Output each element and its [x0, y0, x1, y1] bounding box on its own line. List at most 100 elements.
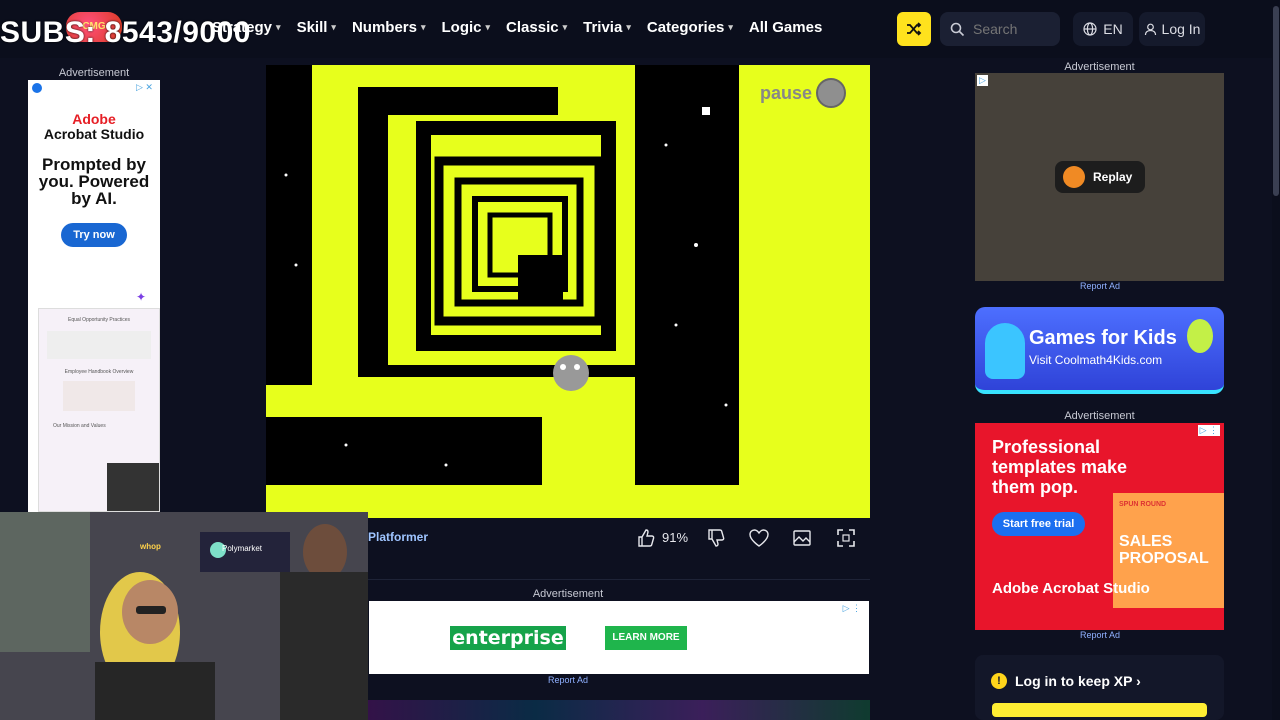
nav-label: Skill [296, 19, 328, 36]
user-icon [1144, 23, 1156, 35]
ad-brand-line1: Adobe [72, 111, 116, 127]
login-label: Log In [1161, 21, 1201, 37]
doc-subtitle: Employee Handbook Overview [64, 369, 134, 375]
chevron-down-icon: ▾ [485, 22, 491, 32]
language-label: EN [1103, 21, 1123, 37]
screenshot-button[interactable] [792, 528, 812, 552]
report-ad-link[interactable]: Report Ad [1080, 281, 1120, 291]
ad-document-preview: Equal Opportunity Practices Employee Han… [38, 308, 160, 512]
ad-brand-line2: Acrobat Studio [43, 126, 145, 142]
coolmath4kids-banner[interactable]: Games for Kids Visit Coolmath4Kids.com [975, 307, 1224, 394]
xp-prompt-text: Log in to keep XP › [1015, 673, 1141, 689]
globe-icon [1083, 22, 1097, 36]
middle-advertisement[interactable]: enterprise LEARN MORE ▷ ⋮ [369, 601, 869, 674]
nav-label: Logic [441, 19, 482, 36]
doc-title: Equal Opportunity Practices [68, 317, 130, 323]
thumbs-down-icon [708, 529, 725, 547]
nav-label: Strategy [212, 19, 273, 36]
game-toolbar: Platformer 91% [368, 520, 870, 580]
search-box[interactable] [940, 12, 1060, 46]
webcam-scene [0, 512, 368, 720]
report-ad-link[interactable]: Report Ad [548, 675, 588, 685]
ad-label: Advertisement [58, 67, 130, 79]
nav-skill[interactable]: Skill ▾ [297, 19, 336, 36]
left-advertisement[interactable]: ▷ ✕ Adobe Acrobat Studio Prompted by you… [28, 80, 160, 512]
pause-circle-icon [816, 78, 847, 108]
xp-prompt-label: Log in to keep XP [1015, 673, 1133, 689]
random-game-button[interactable] [897, 12, 931, 46]
chevron-down-icon: ▾ [276, 22, 281, 32]
nav-label: Categories [646, 19, 725, 36]
image-icon [793, 530, 811, 546]
replay-button[interactable]: Replay [1055, 161, 1145, 193]
whop-sign: whop [140, 542, 161, 551]
adchoices-icon[interactable]: ▷ ✕ [136, 82, 153, 93]
chevron-right-icon: › [1136, 673, 1141, 689]
octopus-mascot-icon [985, 323, 1025, 379]
ad-label: Advertisement [1064, 61, 1135, 73]
alien-mascot-icon [1187, 319, 1213, 353]
xp-progress-bar [992, 703, 1207, 717]
card-kicker: SPUN ROUND [1119, 501, 1167, 508]
xp-login-prompt[interactable]: ! Log in to keep XP › [975, 655, 1224, 720]
game-thumbnail-row[interactable] [368, 700, 870, 720]
replay-label: Replay [1093, 170, 1133, 184]
thumbs-up-icon [638, 529, 655, 547]
doc-subtitle-2: Our Mission and Values [53, 423, 106, 429]
replay-icon [1063, 166, 1085, 188]
chevron-down-icon: ▾ [331, 22, 336, 32]
ad-try-now-button[interactable]: Try now [61, 223, 127, 247]
nav-strategy[interactable]: Strategy ▾ [212, 19, 281, 36]
ad-headline: Prompted by you. Powered by AI. [38, 155, 150, 208]
nav-trivia[interactable]: Trivia ▾ [583, 19, 631, 36]
nav-all-games[interactable]: All Games [749, 19, 822, 36]
ad-shield-icon [32, 83, 42, 93]
chevron-down-icon: ▾ [728, 22, 733, 32]
chevron-down-icon: ▾ [626, 22, 631, 32]
webcam-overlay: whop Polymarket [0, 512, 368, 720]
nav-label: Trivia [583, 19, 623, 36]
doc-block [63, 381, 135, 411]
nav-label: All Games [748, 19, 823, 36]
tunnel-maze-graphic [266, 65, 739, 485]
ad-label: Advertisement [532, 588, 604, 600]
adchoices-icon[interactable]: ▷ [977, 75, 988, 86]
doc-image [107, 463, 159, 511]
main-nav: Strategy ▾ Skill ▾ Numbers ▾ Logic ▾ Classic… [212, 19, 822, 36]
nav-logic[interactable]: Logic ▾ [442, 19, 491, 36]
doc-block [47, 331, 151, 359]
ad-brand: Adobe Acrobat Studio [28, 112, 160, 142]
ad-headline: Professional templates make them pop. [992, 437, 1128, 497]
polymarket-sign: Polymarket [222, 544, 263, 553]
exclamation-icon: ! [991, 673, 1007, 689]
ad-label: Advertisement [1064, 410, 1135, 422]
fullscreen-button[interactable] [836, 528, 856, 552]
rating-percent: 91% [662, 530, 689, 545]
login-button[interactable]: Log In [1139, 12, 1205, 46]
right-video-advertisement[interactable]: ▷ Replay [975, 73, 1224, 281]
nav-numbers[interactable]: Numbers ▾ [352, 19, 426, 36]
kids-banner-subtitle: Visit Coolmath4Kids.com [1029, 353, 1163, 367]
adchoices-icon[interactable]: ▷ ⋮ [1197, 425, 1220, 436]
report-ad-link[interactable]: Report Ad [1080, 630, 1120, 640]
chevron-down-icon: ▾ [562, 22, 568, 32]
start-free-trial-button[interactable]: Start free trial [992, 512, 1085, 536]
game-category-link[interactable]: Platformer [368, 530, 428, 544]
enterprise-logo: enterprise [450, 626, 566, 650]
search-input[interactable] [973, 21, 1043, 37]
scrollbar-thumb[interactable] [1273, 6, 1279, 196]
game-canvas[interactable] [266, 65, 870, 518]
thumbs-down-button[interactable] [706, 528, 726, 552]
language-selector[interactable]: EN [1073, 12, 1133, 46]
favorite-button[interactable] [748, 528, 770, 552]
nav-label: Numbers [351, 19, 417, 36]
nav-classic[interactable]: Classic ▾ [506, 19, 567, 36]
right-adobe-advertisement[interactable]: ▷ ⋮ Professional templates make them pop… [975, 423, 1224, 630]
adchoices-icon[interactable]: ▷ ⋮ [843, 603, 861, 614]
nav-categories[interactable]: Categories ▾ [647, 19, 733, 36]
pause-button[interactable]: pause [760, 78, 847, 108]
heart-icon [749, 529, 769, 547]
learn-more-button[interactable]: LEARN MORE [605, 626, 687, 650]
thumbs-up-button[interactable] [636, 528, 656, 552]
fullscreen-icon [837, 529, 855, 547]
